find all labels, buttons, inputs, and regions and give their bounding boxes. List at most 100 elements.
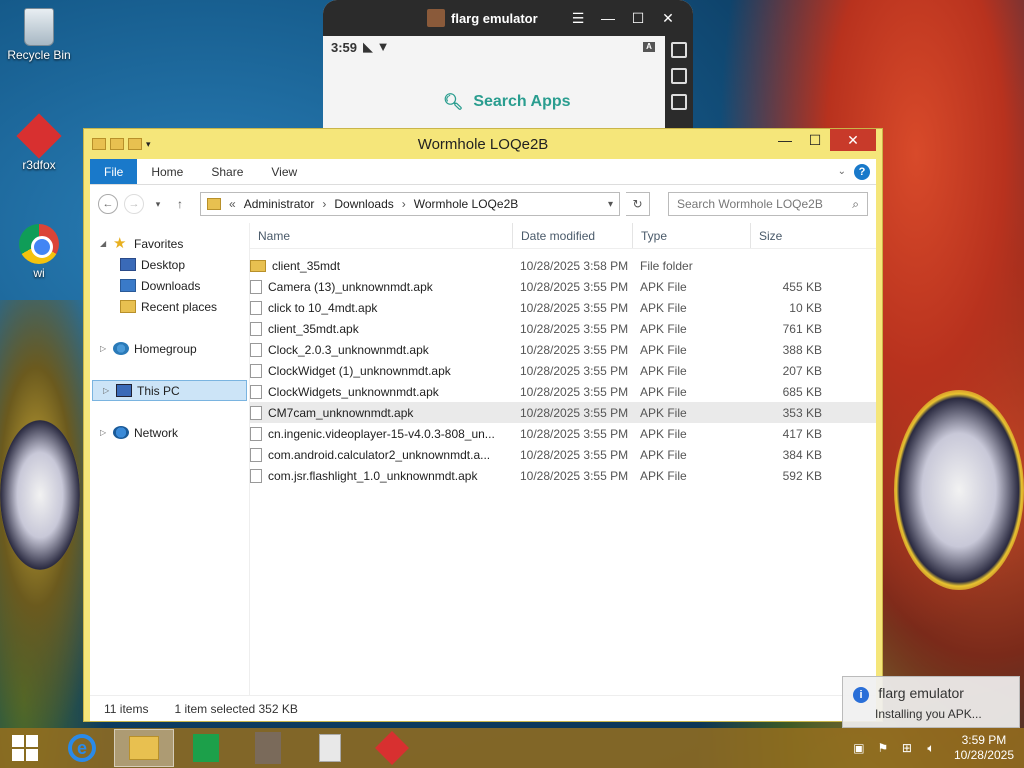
- android-clock: 3:59: [331, 39, 358, 55]
- start-button[interactable]: [0, 729, 50, 767]
- breadcrumb-current[interactable]: Wormhole LOQe2B: [414, 197, 519, 211]
- file-row[interactable]: Clock_2.0.3_unknownmdt.apk 10/28/2025 3:5…: [250, 339, 876, 360]
- collapsed-arrow-icon[interactable]: ▷: [103, 386, 111, 395]
- notification-toast[interactable]: i flarg emulator Installing you APK...: [842, 676, 1020, 728]
- taskbar-store[interactable]: [176, 729, 236, 767]
- recent-locations-icon[interactable]: ▾: [150, 199, 166, 210]
- explorer-window[interactable]: ▾ Wormhole LOQe2B — ☐ ✕ File Home Share …: [83, 128, 883, 722]
- file-type: APK File: [640, 321, 687, 336]
- file-row[interactable]: client_35mdt 10/28/2025 3:58 PM File folde…: [250, 255, 876, 276]
- tree-item-homegroup[interactable]: ▷ Homegroup: [90, 338, 249, 359]
- minimize-button[interactable]: —: [770, 129, 800, 151]
- chevron-right-icon[interactable]: ›: [402, 197, 406, 211]
- emulator-maximize-button[interactable]: ☐: [623, 10, 653, 27]
- tab-view[interactable]: View: [257, 159, 311, 184]
- address-bar[interactable]: « Administrator › Downloads › Wormhole L…: [200, 192, 620, 216]
- close-button[interactable]: ✕: [830, 129, 876, 151]
- file-name: ClockWidgets_unknownmdt.apk: [268, 384, 439, 399]
- new-folder-icon[interactable]: [128, 138, 142, 150]
- column-header-date[interactable]: Date modified: [512, 223, 632, 248]
- back-button[interactable]: ←: [98, 194, 118, 214]
- file-row[interactable]: ClockWidgets_unknownmdt.apk 10/28/2025 3:…: [250, 381, 876, 402]
- file-type: APK File: [640, 405, 687, 420]
- tree-item-desktop[interactable]: Desktop: [90, 254, 249, 275]
- maximize-button[interactable]: ☐: [800, 129, 830, 151]
- search-apps-button[interactable]: 🔍︎ Search Apps: [443, 92, 571, 112]
- file-row[interactable]: ClockWidget (1)_unknownmdt.apk 10/28/2025…: [250, 360, 876, 381]
- file-icon: [250, 426, 262, 441]
- chevron-down-icon[interactable]: ▾: [608, 199, 613, 210]
- file-row[interactable]: cn.ingenic.videoplayer-15-v4.0.3-808_un.…: [250, 423, 876, 444]
- properties-icon[interactable]: [110, 138, 124, 150]
- volume-muted-icon[interactable]: 🔈︎: [924, 741, 938, 755]
- file-row[interactable]: com.android.calculator2_unknownmdt.a... 1…: [250, 444, 876, 465]
- chevron-right-icon[interactable]: ›: [322, 197, 326, 211]
- column-header-type[interactable]: Type: [632, 223, 750, 248]
- column-header-name[interactable]: Name: [250, 223, 512, 248]
- file-icon: [250, 279, 262, 294]
- collapsed-arrow-icon[interactable]: ▷: [100, 428, 108, 437]
- breadcrumb-administrator[interactable]: Administrator: [244, 197, 315, 211]
- fullscreen-icon[interactable]: [671, 42, 687, 58]
- desktop-icon-r3dfox[interactable]: r3dfox: [4, 113, 74, 172]
- emulator-screen[interactable]: 3:59 ◣ ▼ A 🔍︎ Search Apps: [323, 36, 693, 128]
- file-icon: [250, 447, 262, 462]
- search-box[interactable]: Search Wormhole LOQe2B ⌕: [668, 192, 868, 216]
- tree-item-this-pc[interactable]: ▷ This PC: [92, 380, 247, 401]
- emulator-menu-button[interactable]: ☰: [563, 10, 593, 27]
- clock[interactable]: 3:59 PM 10/28/2025: [954, 733, 1014, 763]
- file-size: 455 KB: [782, 279, 822, 294]
- up-button[interactable]: ↑: [172, 197, 188, 211]
- file-name-cell: cn.ingenic.videoplayer-15-v4.0.3-808_un.…: [250, 426, 512, 441]
- tab-home[interactable]: Home: [137, 159, 197, 184]
- file-name: ClockWidget (1)_unknownmdt.apk: [268, 363, 451, 378]
- apk-install-icon[interactable]: [671, 94, 687, 110]
- forward-button[interactable]: →: [124, 194, 144, 214]
- taskbar-flarg-emulator[interactable]: [238, 729, 298, 767]
- tree-label: Downloads: [141, 278, 201, 293]
- flag-icon[interactable]: ⚑: [876, 741, 890, 755]
- refresh-button[interactable]: ↻: [626, 192, 650, 216]
- collapsed-arrow-icon[interactable]: ▷: [100, 344, 108, 353]
- signal-icon: ◣ ▼: [363, 39, 390, 54]
- file-row[interactable]: Camera (13)_unknownmdt.apk 10/28/2025 3:5…: [250, 276, 876, 297]
- tab-file[interactable]: File: [90, 159, 138, 184]
- taskbar-file-explorer[interactable]: [114, 729, 174, 767]
- tree-item-recent-places[interactable]: Recent places: [90, 296, 249, 317]
- emulator-title-bar[interactable]: flarg emulator ☰ — ☐ ✕: [323, 0, 693, 36]
- file-row[interactable]: client_35mdt.apk 10/28/2025 3:55 PM APK Fi…: [250, 318, 876, 339]
- navigation-bar: ← → ▾ ↑ « Administrator › Downloads › Wo…: [90, 185, 876, 223]
- breadcrumb-downloads[interactable]: Downloads: [334, 197, 393, 211]
- taskbar-internet-explorer[interactable]: e: [52, 729, 112, 767]
- file-row[interactable]: com.jsr.flashlight_1.0_unknownmdt.apk 10/…: [250, 465, 876, 486]
- tree-item-network[interactable]: ▷ Network: [90, 422, 249, 443]
- tree-item-downloads[interactable]: Downloads: [90, 275, 249, 296]
- taskbar-r3dfox[interactable]: [362, 729, 422, 767]
- emulator-app-icon: [427, 9, 445, 27]
- file-date: 10/28/2025 3:55 PM: [520, 384, 629, 399]
- help-icon[interactable]: ?: [854, 163, 870, 180]
- folder-icon: [92, 138, 106, 150]
- emulator-tray-icon[interactable]: ▣: [852, 741, 866, 755]
- keyboard-icon[interactable]: [671, 68, 687, 84]
- qat-dropdown-icon[interactable]: ▾: [146, 139, 151, 150]
- emulator-minimize-button[interactable]: —: [593, 10, 623, 26]
- tree-item-favorites[interactable]: ◢ ★ Favorites: [90, 233, 249, 254]
- file-row[interactable]: click to 10_4mdt.apk 10/28/2025 3:55 PM AP…: [250, 297, 876, 318]
- emulator-close-button[interactable]: ✕: [653, 10, 683, 27]
- emulator-window[interactable]: flarg emulator ☰ — ☐ ✕ 3:59 ◣ ▼ A 🔍︎ Sea…: [323, 0, 693, 128]
- tab-share[interactable]: Share: [197, 159, 257, 184]
- breadcrumb-overflow[interactable]: «: [229, 197, 236, 211]
- file-name: cn.ingenic.videoplayer-15-v4.0.3-808_un.…: [268, 426, 495, 441]
- network-tray-icon[interactable]: ⊞: [900, 741, 914, 755]
- explorer-title-bar[interactable]: ▾ Wormhole LOQe2B — ☐ ✕: [84, 129, 882, 159]
- column-header-size[interactable]: Size: [750, 223, 828, 248]
- expanded-arrow-icon[interactable]: ◢: [100, 239, 108, 248]
- file-size: 685 KB: [782, 384, 822, 399]
- desktop-icon-recycle-bin[interactable]: Recycle Bin: [4, 8, 74, 62]
- file-row[interactable]: CM7cam_unknownmdt.apk 10/28/2025 3:55 PM A…: [250, 402, 876, 423]
- desktop-icon-wi[interactable]: wi: [4, 224, 74, 280]
- taskbar-wormhole[interactable]: [300, 729, 360, 767]
- expand-ribbon-icon[interactable]: ⌄: [838, 166, 846, 177]
- status-bar: 11 items 1 item selected 352 KB: [90, 695, 876, 721]
